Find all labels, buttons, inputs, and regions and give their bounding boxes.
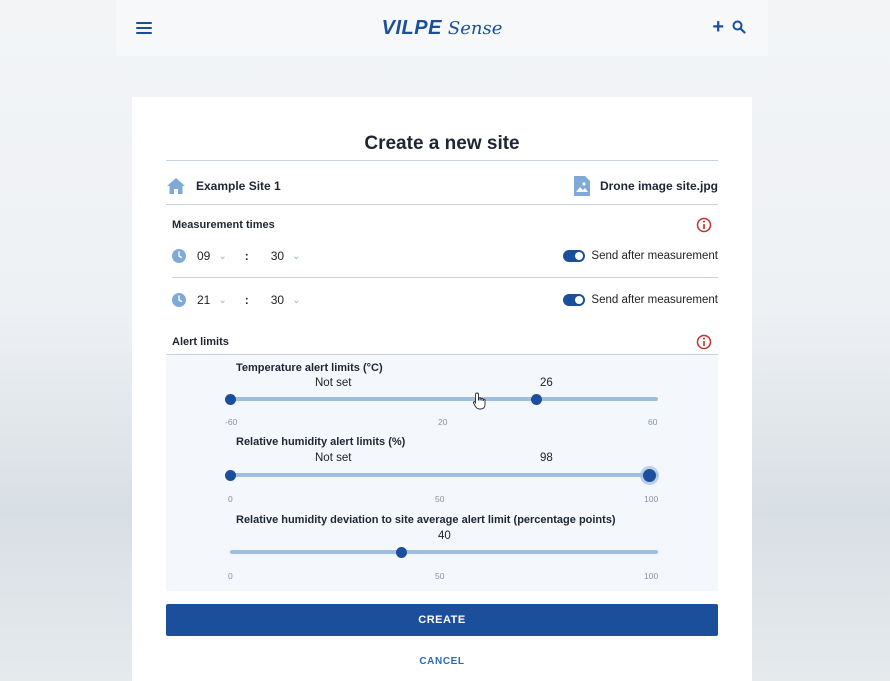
- time-separator: :: [244, 249, 249, 263]
- minute-select[interactable]: 30 ⌄: [271, 293, 301, 307]
- site-name: Example Site 1: [196, 179, 281, 193]
- hour-select[interactable]: 21 ⌄: [197, 293, 227, 307]
- chevron-down-icon: ⌄: [292, 294, 301, 306]
- time-row: 21 ⌄ : 30 ⌄ Send after measurement: [172, 290, 718, 310]
- hour-value: 09: [197, 249, 211, 263]
- site-row: Example Site 1 Drone image site.jpg: [166, 168, 718, 204]
- logo: VILPE Sense: [382, 17, 503, 40]
- time-separator: :: [244, 293, 249, 307]
- tick-label: 100: [644, 494, 659, 504]
- chevron-down-icon: ⌄: [218, 294, 227, 306]
- chevron-down-icon: ⌄: [218, 250, 227, 262]
- tick-label: 50: [435, 571, 445, 581]
- site-image-field[interactable]: Drone image site.jpg: [573, 176, 718, 196]
- toggle-label: Send after measurement: [591, 250, 718, 262]
- humidity-slider-title: Relative humidity alert limits (%): [236, 436, 406, 448]
- temperature-slider-track[interactable]: [224, 393, 658, 405]
- hand-cursor-icon: [472, 392, 486, 410]
- tick-label: -60: [225, 417, 238, 427]
- image-file-name: Drone image site.jpg: [599, 179, 718, 193]
- site-name-field[interactable]: Example Site 1: [166, 177, 281, 195]
- clock-icon: [172, 249, 186, 263]
- tick-label: 0: [228, 494, 233, 504]
- tick-label: 0: [228, 571, 233, 581]
- humidity-slider-track[interactable]: [224, 468, 658, 482]
- create-site-card: Create a new site Example Site 1 Drone i…: [132, 97, 752, 681]
- search-icon[interactable]: [732, 20, 746, 34]
- hour-value: 21: [197, 293, 211, 307]
- deviation-slider-title: Relative humidity deviation to site aver…: [236, 514, 616, 526]
- info-icon[interactable]: [696, 334, 712, 350]
- info-icon[interactable]: [696, 217, 712, 233]
- temperature-low-thumb[interactable]: [224, 393, 236, 405]
- deviation-slider-track[interactable]: [230, 546, 658, 558]
- add-button[interactable]: +: [712, 17, 724, 37]
- temperature-high-thumb[interactable]: [531, 393, 543, 405]
- page-title: Create a new site: [364, 133, 520, 154]
- tick-label: 50: [435, 494, 445, 504]
- divider: [166, 160, 718, 161]
- low-limit-value: Not set: [315, 377, 352, 389]
- image-file-icon: [573, 176, 590, 196]
- minute-value: 30: [270, 249, 285, 263]
- high-limit-value: 98: [540, 452, 553, 464]
- alert-limits-panel: Temperature alert limits (°C) Not set 26…: [166, 355, 718, 591]
- minute-value: 30: [270, 293, 285, 307]
- temperature-slider-title: Temperature alert limits (°C): [236, 362, 383, 374]
- chevron-down-icon: ⌄: [292, 250, 301, 262]
- minute-select[interactable]: 30 ⌄: [271, 249, 301, 263]
- alert-limits-label: Alert limits: [172, 336, 229, 348]
- measurement-times-label: Measurement times: [172, 219, 275, 231]
- divider: [166, 204, 718, 205]
- deviation-thumb[interactable]: [395, 546, 407, 558]
- logo-sub: Sense: [447, 17, 503, 39]
- tick-label: 20: [438, 417, 448, 427]
- top-bar: VILPE Sense +: [116, 0, 768, 56]
- time-row: 09 ⌄ : 30 ⌄ Send after measurement: [172, 246, 718, 266]
- send-after-measurement-toggle[interactable]: [563, 250, 586, 262]
- hour-select[interactable]: 09 ⌄: [197, 249, 227, 263]
- create-button[interactable]: CREATE: [166, 604, 718, 636]
- divider: [172, 277, 718, 278]
- humidity-high-thumb[interactable]: [642, 468, 656, 482]
- house-icon: [167, 178, 185, 194]
- toggle-label: Send after measurement: [591, 294, 718, 306]
- high-limit-value: 26: [540, 377, 553, 389]
- tick-label: 60: [648, 417, 658, 427]
- clock-icon: [172, 293, 186, 307]
- hamburger-menu-icon[interactable]: [136, 22, 152, 34]
- tick-label: 100: [644, 571, 659, 581]
- humidity-low-thumb[interactable]: [224, 469, 236, 481]
- deviation-value: 40: [438, 530, 451, 542]
- low-limit-value: Not set: [315, 452, 352, 464]
- cancel-button[interactable]: CANCEL: [132, 656, 752, 667]
- send-after-measurement-toggle[interactable]: [563, 294, 586, 306]
- logo-main: VILPE: [381, 16, 442, 39]
